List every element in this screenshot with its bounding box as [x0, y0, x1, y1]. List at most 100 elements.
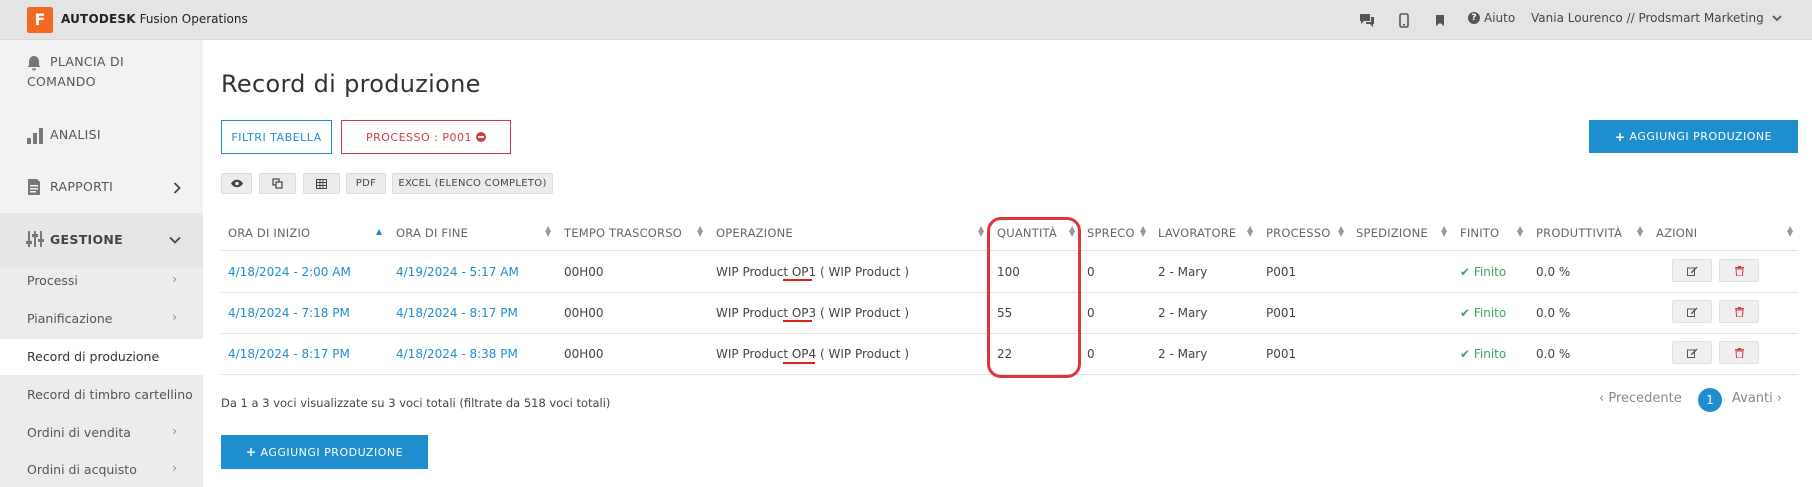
- cell-finished: ✔ Finito: [1460, 306, 1506, 320]
- copy-button[interactable]: [259, 173, 296, 194]
- mobile-icon[interactable]: [1393, 9, 1415, 31]
- sidebar-label-ordini-vendita: Ordini di vendita: [27, 425, 131, 440]
- delete-button[interactable]: [1719, 259, 1759, 282]
- chevron-right-icon: ›: [1772, 391, 1783, 406]
- sort-icon[interactable]: ▲ ▼: [1247, 225, 1253, 238]
- col-header-operation[interactable]: OPERAZIONE: [716, 226, 793, 240]
- sort-asc-icon[interactable]: ▲: [376, 227, 382, 236]
- toggle-columns-button[interactable]: [221, 173, 252, 194]
- col-header-shipment[interactable]: SPEDIZIONE: [1356, 226, 1428, 240]
- pdf-export-button[interactable]: PDF: [346, 173, 386, 194]
- col-header-end[interactable]: ORA DI FINE: [396, 226, 468, 240]
- check-icon: ✔: [1460, 347, 1474, 361]
- bar-chart-icon: [27, 128, 43, 144]
- pagination-page-1[interactable]: 1: [1698, 388, 1722, 412]
- sidebar-item-record-produzione[interactable]: Record di produzione: [0, 339, 203, 375]
- process-filter-chip[interactable]: PROCESSO : P001: [341, 120, 511, 154]
- fusion-logo[interactable]: F: [27, 7, 53, 33]
- sidebar-item-processi[interactable]: Processi ›: [0, 263, 203, 299]
- sidebar-item-dashboard[interactable]: PLANCIA DI COMANDO: [0, 48, 203, 98]
- edit-button[interactable]: [1672, 341, 1712, 364]
- sidebar-label-rapporti: RAPPORTI: [50, 179, 114, 194]
- chevron-right-icon: ›: [172, 310, 177, 324]
- columns-button[interactable]: [303, 173, 340, 194]
- col-header-start[interactable]: ORA DI INIZIO: [228, 226, 310, 240]
- question-circle-icon: ?: [1468, 12, 1480, 24]
- cell-end-link[interactable]: 4/19/2024 - 5:17 AM: [396, 265, 519, 279]
- cell-waste: 0: [1087, 306, 1095, 320]
- check-icon: ✔: [1460, 265, 1474, 279]
- add-production-button-bottom[interactable]: + AGGIUNGI PRODUZIONE: [221, 435, 428, 469]
- cell-start-link[interactable]: 4/18/2024 - 2:00 AM: [228, 265, 351, 279]
- cell-finished: ✔ Finito: [1460, 347, 1506, 361]
- finished-label: Finito: [1473, 347, 1507, 361]
- sort-icon[interactable]: ▲ ▼: [1787, 225, 1793, 238]
- col-header-waste[interactable]: SPRECO: [1087, 226, 1135, 240]
- sidebar-item-rapporti[interactable]: RAPPORTI: [0, 171, 203, 205]
- sidebar-item-gestione[interactable]: GESTIONE: [0, 223, 203, 257]
- col-header-process[interactable]: PROCESSO: [1266, 226, 1331, 240]
- col-header-finished[interactable]: FINITO: [1460, 226, 1499, 240]
- cell-worker: 2 - Mary: [1158, 347, 1208, 361]
- excel-export-button[interactable]: EXCEL (ELENCO COMPLETO): [392, 173, 553, 194]
- op-prefix: WIP Product: [716, 306, 792, 320]
- cell-end-link[interactable]: 4/18/2024 - 8:38 PM: [396, 347, 518, 361]
- sort-icon[interactable]: ▲ ▼: [1517, 225, 1523, 238]
- finished-label: Finito: [1473, 265, 1507, 279]
- add-production-button-top[interactable]: + AGGIUNGI PRODUZIONE: [1589, 120, 1798, 153]
- edit-button[interactable]: [1672, 259, 1712, 282]
- cell-elapsed: 00H00: [564, 265, 604, 279]
- sidebar-item-ordini-vendita[interactable]: Ordini di vendita ›: [0, 415, 203, 451]
- cell-end-link[interactable]: 4/18/2024 - 8:17 PM: [396, 306, 518, 320]
- delete-button[interactable]: [1719, 300, 1759, 323]
- annotation-underline: [783, 279, 812, 281]
- sidebar-item-pianificazione[interactable]: Pianificazione ›: [0, 301, 203, 337]
- trash-icon: [1734, 306, 1744, 317]
- grid-icon: [316, 178, 327, 189]
- sidebar-label-record-produzione: Record di produzione: [27, 349, 160, 364]
- bookmark-icon[interactable]: [1429, 9, 1451, 31]
- sort-icon[interactable]: ▲ ▼: [697, 225, 703, 238]
- delete-button[interactable]: [1719, 341, 1759, 364]
- cell-operation: WIP Product OP1 ( WIP Product ): [716, 265, 909, 279]
- edit-button[interactable]: [1672, 300, 1712, 323]
- sort-icon[interactable]: ▲ ▼: [1338, 225, 1344, 238]
- next-label: Avanti: [1732, 391, 1773, 406]
- op-code: OP3: [791, 306, 817, 320]
- table-filters-button[interactable]: FILTRI TABELLA: [221, 120, 332, 154]
- help-link[interactable]: ? Aiuto: [1468, 11, 1515, 25]
- pagination-next[interactable]: Avanti ›: [1732, 391, 1782, 406]
- cell-start-link[interactable]: 4/18/2024 - 7:18 PM: [228, 306, 350, 320]
- user-menu[interactable]: Vania Lourenco // Prodsmart Marketing: [1531, 11, 1782, 25]
- chevron-down-icon: [1772, 14, 1782, 21]
- cell-productivity: 0.0 %: [1536, 265, 1571, 279]
- sidebar-item-record-timbro[interactable]: Record di timbro cartellino: [0, 377, 203, 413]
- col-header-worker[interactable]: LAVORATORE: [1158, 226, 1236, 240]
- sidebar-label-dashboard-2: COMANDO: [27, 74, 96, 89]
- sort-icon[interactable]: ▲ ▼: [1140, 225, 1146, 238]
- sort-icon[interactable]: ▲ ▼: [545, 225, 551, 238]
- sidebar-item-ordini-acquisto[interactable]: Ordini di acquisto ›: [0, 452, 203, 487]
- sort-icon[interactable]: ▲ ▼: [1637, 225, 1643, 238]
- sidebar-label-ordini-acquisto: Ordini di acquisto: [27, 462, 137, 477]
- op-prefix: WIP Product: [716, 347, 792, 361]
- sidebar-label-gestione: GESTIONE: [50, 232, 124, 247]
- col-header-productivity[interactable]: PRODUTTIVITÀ: [1536, 226, 1622, 240]
- col-header-elapsed[interactable]: TEMPO TRASCORSO: [564, 226, 682, 240]
- sidebar-item-analisi[interactable]: ANALISI: [0, 120, 203, 154]
- annotation-underline: [783, 362, 815, 364]
- chevron-right-icon: ›: [172, 424, 177, 438]
- cell-finished: ✔ Finito: [1460, 265, 1506, 279]
- chevron-right-icon: ›: [172, 272, 177, 286]
- chat-icon[interactable]: [1356, 9, 1378, 31]
- page-title: Record di produzione: [221, 70, 481, 98]
- cell-start-link[interactable]: 4/18/2024 - 8:17 PM: [228, 347, 350, 361]
- remove-filter-icon[interactable]: [476, 132, 487, 142]
- sort-icon[interactable]: ▲ ▼: [1441, 225, 1447, 238]
- pagination-prev[interactable]: ‹ Precedente: [1599, 391, 1682, 406]
- eye-icon: [230, 179, 243, 188]
- user-label: Vania Lourenco // Prodsmart Marketing: [1531, 11, 1764, 25]
- cell-waste: 0: [1087, 347, 1095, 361]
- top-bar: F AUTODESK Fusion Operations ? Aiuto Van…: [0, 0, 1812, 40]
- sort-icon[interactable]: ▲ ▼: [978, 225, 984, 238]
